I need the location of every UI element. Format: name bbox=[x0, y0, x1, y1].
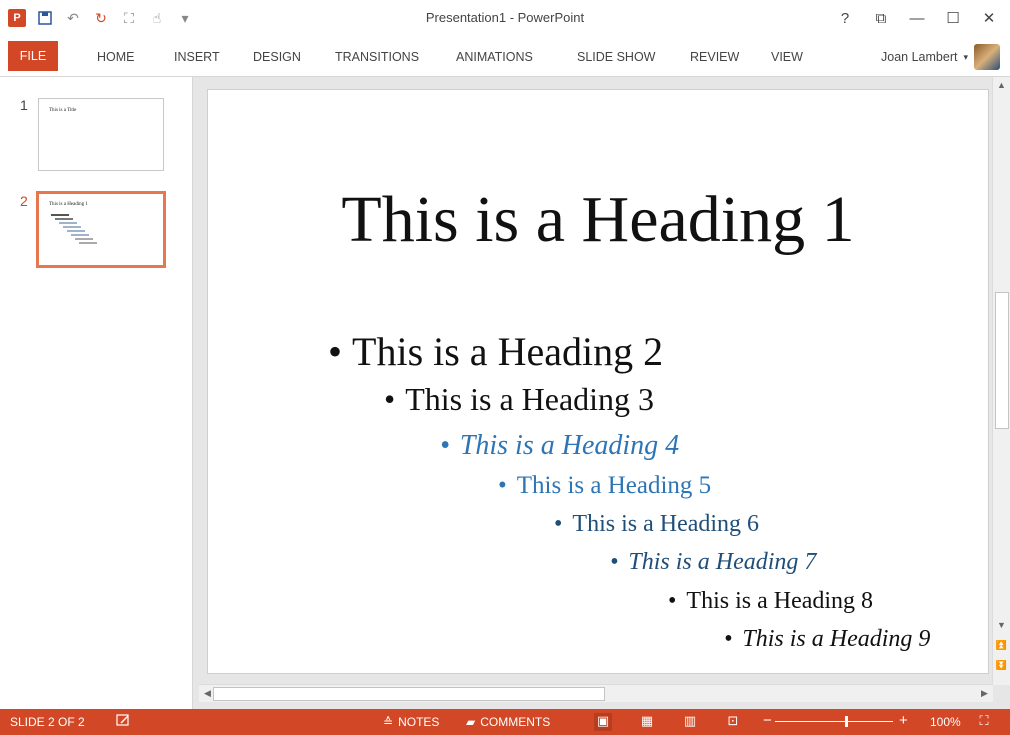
slide-show-icon[interactable]: ⊡ bbox=[724, 713, 742, 731]
thumbnail-preview-line bbox=[71, 234, 89, 236]
thumbnail-title: This is a Title bbox=[49, 108, 77, 113]
scroll-down-icon[interactable]: ▼ bbox=[993, 617, 1010, 634]
status-bar: SLIDE 2 OF 2 ≙ NOTES ▰ COMMENTS ▣ ▦ ▥ ⊡ … bbox=[0, 709, 1010, 735]
slide-count: SLIDE 2 OF 2 bbox=[10, 715, 85, 729]
zoom-out-icon[interactable]: − bbox=[763, 712, 772, 729]
title-bar: P ↶ ↻ ⛶ ☝ ▾ Presentation1 - PowerPoint ?… bbox=[0, 0, 1010, 36]
thumbnail-preview-line bbox=[75, 238, 93, 240]
zoom-in-icon[interactable]: + bbox=[899, 712, 908, 729]
thumbnail-preview-line bbox=[59, 222, 77, 224]
notes-button[interactable]: ≙ NOTES bbox=[383, 715, 439, 729]
close-icon[interactable]: ✕ bbox=[974, 6, 1004, 30]
avatar bbox=[974, 44, 1000, 70]
tab-review[interactable]: REVIEW bbox=[690, 46, 739, 68]
bullet-text: This is a Heading 6 bbox=[572, 511, 760, 537]
chevron-down-icon: ▾ bbox=[963, 51, 968, 62]
help-icon[interactable]: ? bbox=[830, 6, 860, 30]
bullet-dot-icon: • bbox=[440, 430, 450, 461]
bullet-text: This is a Heading 4 bbox=[459, 430, 680, 461]
thumbnail-number: 2 bbox=[20, 193, 28, 209]
notes-label: NOTES bbox=[398, 715, 440, 729]
bullet-text: This is a Heading 9 bbox=[742, 626, 931, 652]
thumbnail-preview-line bbox=[51, 214, 69, 216]
zoom-slider[interactable] bbox=[775, 716, 893, 727]
previous-slide-icon[interactable]: ⏫ bbox=[993, 637, 1010, 654]
bullet-text: This is a Heading 8 bbox=[686, 588, 874, 614]
bullet-dot-icon: • bbox=[498, 472, 507, 499]
comments-label: COMMENTS bbox=[480, 715, 551, 729]
thumbnail-title: This is a Heading 1 bbox=[49, 202, 88, 207]
minimize-icon[interactable]: — bbox=[902, 6, 932, 30]
spelling-check-icon[interactable] bbox=[116, 713, 130, 727]
bullet-heading-7[interactable]: • This is a Heading 7 bbox=[610, 549, 816, 576]
slide-indicator: SLIDE 2 OF 2 bbox=[10, 715, 85, 729]
slide-editing-area: This is a Heading 1 • This is a Heading 2… bbox=[193, 77, 1010, 709]
notes-icon: ≙ bbox=[383, 715, 394, 729]
bullet-dot-icon: • bbox=[328, 329, 343, 374]
bullet-heading-4[interactable]: • This is a Heading 4 bbox=[440, 430, 679, 462]
tab-file[interactable]: FILE bbox=[8, 41, 58, 71]
comments-button[interactable]: ▰ COMMENTS bbox=[466, 715, 550, 729]
fit-slide-to-window-icon[interactable]: ⛶ bbox=[975, 713, 993, 731]
scroll-up-icon[interactable]: ▲ bbox=[993, 77, 1010, 94]
slide-thumbnail-1[interactable]: This is a Title bbox=[38, 98, 164, 171]
user-account[interactable]: Joan Lambert ▾ bbox=[881, 44, 1000, 70]
bullet-text: This is a Heading 5 bbox=[516, 472, 712, 499]
slide[interactable]: This is a Heading 1 • This is a Heading 2… bbox=[207, 89, 989, 674]
slide-title[interactable]: This is a Heading 1 bbox=[208, 182, 988, 258]
tab-insert[interactable]: INSERT bbox=[174, 46, 220, 68]
tab-animations[interactable]: ANIMATIONS bbox=[456, 46, 533, 68]
scroll-right-icon[interactable]: ▶ bbox=[976, 685, 993, 702]
ribbon-display-options-icon[interactable]: ⧉ bbox=[866, 6, 896, 30]
maximize-icon[interactable]: ☐ bbox=[938, 6, 968, 30]
window-controls: ? ⧉ — ☐ ✕ bbox=[830, 6, 1004, 30]
tab-view[interactable]: VIEW bbox=[771, 46, 803, 68]
vertical-scrollbar[interactable]: ▲ ▼ ⏫ ⏬ bbox=[992, 77, 1010, 685]
ribbon-tabs: FILE HOME INSERT DESIGN TRANSITIONS ANIM… bbox=[0, 36, 1010, 77]
vertical-scroll-thumb[interactable] bbox=[995, 292, 1009, 429]
bullet-text: This is a Heading 2 bbox=[352, 329, 664, 374]
slide-thumbnail-pane: 1 This is a Title 2 This is a Heading 1 bbox=[0, 77, 193, 709]
thumbnail-preview-line bbox=[79, 242, 97, 244]
bullet-heading-5[interactable]: • This is a Heading 5 bbox=[498, 472, 711, 500]
thumbnail-number: 1 bbox=[20, 97, 28, 113]
bullet-dot-icon: • bbox=[724, 626, 733, 652]
tab-slide-show[interactable]: SLIDE SHOW bbox=[577, 46, 656, 68]
bullet-heading-8[interactable]: • This is a Heading 8 bbox=[668, 588, 873, 615]
bullet-dot-icon: • bbox=[554, 511, 563, 537]
comments-icon: ▰ bbox=[466, 715, 476, 729]
user-name: Joan Lambert bbox=[881, 50, 958, 64]
bullet-text: This is a Heading 7 bbox=[628, 549, 817, 575]
zoom-slider-thumb[interactable] bbox=[844, 716, 848, 727]
bullet-heading-3[interactable]: • This is a Heading 3 bbox=[384, 381, 654, 418]
bullet-dot-icon: • bbox=[384, 381, 396, 417]
tab-design[interactable]: DESIGN bbox=[253, 46, 301, 68]
bullet-heading-9[interactable]: • This is a Heading 9 bbox=[724, 626, 930, 653]
slide-sorter-icon[interactable]: ▦ bbox=[638, 713, 656, 731]
horizontal-scrollbar[interactable]: ◀ ▶ bbox=[199, 684, 993, 702]
bullet-dot-icon: • bbox=[668, 588, 677, 614]
zoom-level[interactable]: 100% bbox=[930, 715, 961, 729]
normal-view-icon[interactable]: ▣ bbox=[594, 713, 612, 731]
tab-home[interactable]: HOME bbox=[97, 46, 135, 68]
slide-thumbnail-2[interactable]: This is a Heading 1 bbox=[36, 191, 166, 268]
thumbnail-preview-line bbox=[67, 230, 85, 232]
tab-transitions[interactable]: TRANSITIONS bbox=[335, 46, 419, 68]
thumbnail-preview-line bbox=[63, 226, 81, 228]
bullet-dot-icon: • bbox=[610, 549, 619, 575]
horizontal-scroll-thumb[interactable] bbox=[213, 687, 605, 701]
bullet-heading-6[interactable]: • This is a Heading 6 bbox=[554, 511, 759, 538]
next-slide-icon[interactable]: ⏬ bbox=[993, 657, 1010, 674]
reading-view-icon[interactable]: ▥ bbox=[681, 713, 699, 731]
bullet-text: This is a Heading 3 bbox=[405, 381, 655, 417]
bullet-heading-2[interactable]: • This is a Heading 2 bbox=[328, 328, 663, 375]
thumbnail-preview-line bbox=[55, 218, 73, 220]
